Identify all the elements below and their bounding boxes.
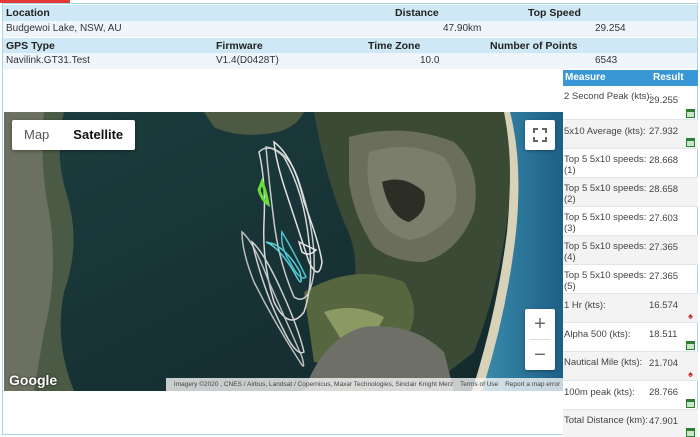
google-logo: Google xyxy=(9,372,58,388)
points-header: Number of Points xyxy=(490,40,578,52)
summary-value-row-1: Budgewoi Lake, NSW, AU 47.90km 29.254 xyxy=(3,21,697,37)
result-row: Total Distance (km): 47.901 xyxy=(563,410,698,437)
location-value: Budgewoi Lake, NSW, AU xyxy=(6,23,122,34)
calendar-icon[interactable] xyxy=(686,109,695,118)
summary-value-row-2: Navilink.GT31.Test V1.4(D0428T) 10.0 654… xyxy=(3,53,697,69)
result-value: 16.574 xyxy=(649,300,679,311)
result-value: 18.511 xyxy=(649,329,678,340)
result-label: Top 5 5x10 speeds: (5) xyxy=(564,270,647,292)
calendar-icon[interactable] xyxy=(686,428,695,437)
result-label: 1 Hr (kts): xyxy=(564,300,606,311)
zoom-control: + − xyxy=(525,309,555,370)
result-row: 5x10 Average (kts): 27.932 xyxy=(563,120,698,149)
fullscreen-button[interactable] xyxy=(525,120,555,150)
result-label: 100m peak (kts): xyxy=(564,387,635,398)
firmware-header: Firmware xyxy=(216,40,263,52)
report-error-link[interactable]: Report a map error xyxy=(505,381,560,388)
result-row: 1 Hr (kts): 16.574 ♠ xyxy=(563,294,698,323)
result-label: Alpha 500 (kts): xyxy=(564,329,631,340)
result-row: Top 5 5x10 speeds: (2) 28.658 xyxy=(563,178,698,207)
result-row: Top 5 5x10 speeds: (4) 27.365 xyxy=(563,236,698,265)
result-value: 27.932 xyxy=(649,126,679,137)
top-speed-header: Top Speed xyxy=(528,7,581,19)
result-value: 27.603 xyxy=(649,213,679,224)
calendar-icon[interactable] xyxy=(686,399,695,408)
time-zone-header: Time Zone xyxy=(368,40,421,52)
result-label: Top 5 5x10 speeds: (4) xyxy=(564,241,647,263)
result-value: 47.901 xyxy=(649,416,679,427)
satellite-map[interactable]: Map Satellite + − Google Imagery ©2020 ,… xyxy=(4,112,563,391)
zoom-in-button[interactable]: + xyxy=(525,309,555,339)
result-value: 27.365 xyxy=(649,271,679,282)
trophy-icon[interactable]: ♠ xyxy=(686,312,695,321)
map-tab[interactable]: Map xyxy=(12,120,61,150)
gps-type-header: GPS Type xyxy=(6,40,55,52)
result-value: 29.255 xyxy=(649,94,679,106)
top-speed-value: 29.254 xyxy=(595,23,626,34)
map-attribution: Imagery ©2020 , CNES / Airbus, Landsat /… xyxy=(165,378,563,391)
distance-header: Distance xyxy=(395,7,439,19)
result-row: Top 5 5x10 speeds: (3) 27.603 xyxy=(563,207,698,236)
result-value: 28.668 xyxy=(649,155,679,166)
points-value: 6543 xyxy=(595,55,618,66)
result-value: 28.766 xyxy=(649,387,679,398)
result-label: Nautical Mile (kts): xyxy=(564,357,643,368)
result-label: Top 5 5x10 speeds: (1) xyxy=(564,154,647,176)
result-row: 100m peak (kts): 28.766 xyxy=(563,381,698,410)
gps-type-value: Navilink.GT31.Test xyxy=(6,55,90,66)
imagery-credit: Imagery ©2020 , CNES / Airbus, Landsat /… xyxy=(173,381,454,388)
result-row: Alpha 500 (kts): 18.511 xyxy=(563,323,698,352)
result-header: Result xyxy=(653,72,684,83)
result-row: Top 5 5x10 speeds: (5) 27.365 xyxy=(563,265,698,294)
result-value: 21.704 xyxy=(649,358,679,369)
measure-header: Measure xyxy=(565,72,606,83)
result-value: 27.365 xyxy=(649,242,679,253)
firmware-value: V1.4(D0428T) xyxy=(216,55,279,66)
calendar-icon[interactable] xyxy=(686,138,695,147)
zoom-out-button[interactable]: − xyxy=(525,340,555,370)
results-header: Measure Result xyxy=(563,70,698,86)
result-label: 2 Second Peak (kts): xyxy=(564,91,653,102)
result-label: 5x10 Average (kts): xyxy=(564,126,646,137)
result-row: Top 5 5x10 speeds: (1) 28.668 xyxy=(563,149,698,178)
terms-link[interactable]: Terms of Use xyxy=(460,381,498,388)
result-label: Total Distance (km): xyxy=(564,415,648,426)
result-value: 28.658 xyxy=(649,184,679,195)
satellite-tab[interactable]: Satellite xyxy=(61,120,135,150)
fullscreen-icon xyxy=(533,128,547,142)
result-label: Top 5 5x10 speeds: (3) xyxy=(564,212,647,234)
satellite-imagery xyxy=(4,112,563,391)
result-label: Top 5 5x10 speeds: (2) xyxy=(564,183,647,205)
results-table: Measure Result 2 Second Peak (kts): 29.25… xyxy=(563,70,698,437)
result-row: 2 Second Peak (kts): 29.255 xyxy=(563,86,698,120)
map-type-toggle[interactable]: Map Satellite xyxy=(12,120,136,150)
location-header: Location xyxy=(6,7,50,19)
trophy-icon[interactable]: ♠ xyxy=(686,370,695,379)
result-row: Nautical Mile (kts): 21.704 ♠ xyxy=(563,352,698,381)
summary-header-row-2: GPS Type Firmware Time Zone Number of Po… xyxy=(3,38,697,54)
time-zone-value: 10.0 xyxy=(420,55,440,66)
distance-value: 47.90km xyxy=(443,23,482,34)
calendar-icon[interactable] xyxy=(686,341,695,350)
summary-header-row-1: Location Distance Top Speed xyxy=(3,5,697,21)
